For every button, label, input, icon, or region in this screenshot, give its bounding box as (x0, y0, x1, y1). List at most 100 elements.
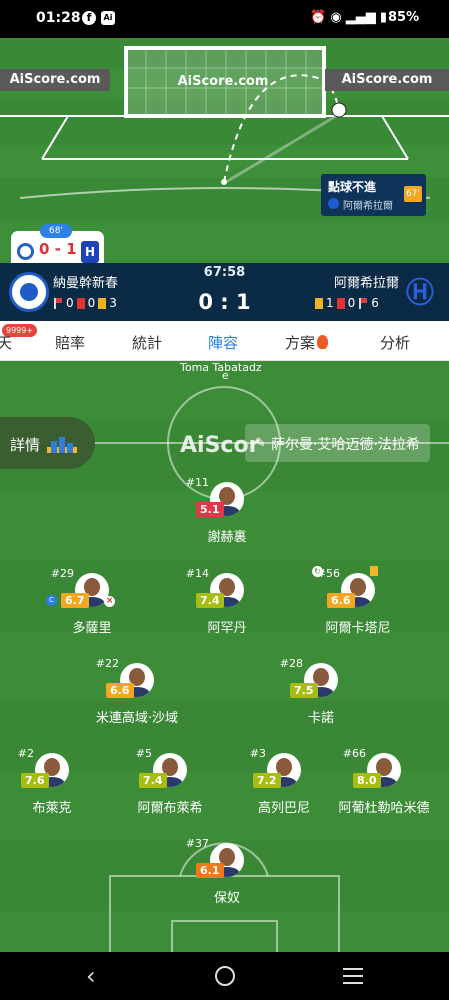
shirt-number: #3 (249, 747, 266, 760)
tab-stats[interactable]: 統計 (132, 332, 162, 353)
app-notification-icon: Ai (101, 11, 115, 25)
tab-chat[interactable]: 天 (0, 332, 12, 353)
recent-apps-icon[interactable] (343, 967, 363, 984)
event-team: 阿爾希拉爾 (343, 201, 393, 212)
away-crest-icon: H (81, 241, 99, 263)
opponent-player-name-cut: Toma Tabatadz (180, 361, 262, 374)
yellow-card-icon (98, 297, 107, 309)
team-dot-icon (328, 198, 339, 209)
tab-tips[interactable]: 方案 (285, 332, 329, 353)
away-stats: 1 0 6 (315, 296, 382, 310)
tab-odds[interactable]: 賠率 (55, 332, 85, 353)
shirt-number: #56 (316, 567, 340, 580)
watermark-left: AiScore.com (0, 69, 110, 91)
player-card[interactable]: #22 6.6 米連高域·沙域 (77, 657, 197, 733)
player-name: 謝赫裏 (207, 530, 247, 545)
shirt-number: #22 (95, 657, 119, 670)
player-rating: 6.6 (327, 593, 355, 608)
captain-icon: C (46, 595, 57, 606)
red-card-icon (336, 297, 345, 309)
player-name: 卡諾 (307, 711, 334, 726)
mini-score-text: 0 - 1 (39, 240, 77, 258)
corner-flag-icon (53, 297, 63, 309)
coach-name: 萨尔曼·艾哈迈德·法拉希 (271, 437, 420, 453)
player-rating: 6.1 (196, 863, 224, 878)
mini-minute-badge: 68' (40, 224, 72, 238)
substituted-off-icon: × (104, 596, 115, 607)
system-status-icons: ⏰ ◉ ▂▄▆ ▮ (310, 10, 388, 25)
watermark-right: AiScore.com (325, 69, 449, 91)
player-name: 阿爾卡塔尼 (325, 621, 391, 636)
shirt-number: #66 (342, 747, 366, 760)
shirt-number: #2 (17, 747, 34, 760)
tab-lineup[interactable]: 陣容 (208, 332, 238, 353)
player-card[interactable]: #5 7.4 阿爾布萊希 (110, 747, 230, 823)
event-title: 點球不進 (328, 180, 377, 194)
player-name: 布萊克 (32, 801, 72, 816)
detail-label: 詳情 (10, 436, 41, 454)
whistle-icon: ✎ (255, 436, 266, 451)
home-corners: 0 (66, 296, 74, 310)
shirt-number: #28 (279, 657, 303, 670)
player-card[interactable]: ↻ #56 6.6 阿爾卡塔尼 (298, 566, 418, 643)
corner-flag-icon (358, 297, 368, 309)
player-rating: 7.4 (139, 773, 167, 788)
player-card[interactable]: #37 6.1 保奴 (167, 837, 287, 913)
player-name: 阿爾布萊希 (137, 801, 203, 816)
player-card[interactable]: #14 7.4 阿罕丹 (167, 567, 287, 643)
coach-badge[interactable]: ✎ 萨尔曼·艾哈迈德·法拉希 (245, 424, 430, 462)
player-rating: 6.6 (106, 683, 134, 698)
facebook-icon: f (82, 11, 96, 25)
system-nav-bar: ‹ (0, 952, 449, 1000)
away-corners: 6 (371, 296, 379, 310)
away-red-cards: 0 (347, 296, 356, 310)
tab-analysis[interactable]: 分析 (380, 332, 410, 353)
red-card-icon (76, 297, 85, 309)
home-stats: 0 0 3 (53, 296, 120, 310)
player-name: 阿葡杜勒哈米德 (338, 801, 430, 816)
back-icon[interactable]: ‹ (86, 962, 96, 990)
live-animation[interactable]: AiScore.com AiScore.com AiScore.com 點球不進… (0, 38, 449, 263)
player-name: 阿罕丹 (207, 621, 247, 636)
tab-bar: 9999+ 天 賠率 統計 陣容 方案 分析 (0, 321, 449, 361)
player-name: 多薩里 (72, 621, 112, 636)
shirt-number: #14 (185, 567, 209, 580)
player-name: 保奴 (213, 891, 240, 906)
home-yellow-cards: 3 (109, 296, 117, 310)
home-red-cards: 0 (87, 296, 96, 310)
away-yellow-cards: 1 (326, 296, 334, 310)
tab-tips-label: 方案 (285, 334, 316, 352)
shirt-number: #5 (135, 747, 152, 760)
player-rating: 7.4 (196, 593, 224, 608)
detail-button[interactable]: 詳情 (0, 417, 95, 469)
match-header: 納曼幹新春 67:58 0 : 1 阿爾希拉爾 Ⓗ 0 0 3 1 0 6 (0, 263, 449, 321)
home-icon[interactable] (215, 966, 235, 986)
player-rating: 5.1 (196, 502, 224, 517)
player-name: 米連高域·沙域 (95, 711, 179, 726)
player-card[interactable]: #2 7.6 布萊克 (0, 747, 112, 823)
status-time: 01:28 (36, 10, 81, 26)
status-bar: 01:28 f Ai ⏰ ◉ ▂▄▆ ▮ 85% (0, 0, 449, 38)
away-team-name[interactable]: 阿爾希拉爾 (334, 272, 399, 291)
lineup-pitch: Toma Tabatadz e 詳情 AiScor ✎ 萨尔曼·艾哈迈德·法拉希… (0, 361, 449, 952)
player-card[interactable]: #66 8.0 阿葡杜勒哈米德 (324, 747, 444, 823)
watermark-center: AiScore.com (177, 74, 269, 89)
event-minute: 67' (404, 186, 422, 202)
player-card[interactable]: #29 C 6.7 × 多薩里 (32, 567, 152, 643)
player-rating: 7.6 (21, 773, 49, 788)
player-rating: 6.7 (61, 593, 89, 608)
away-team-crest-icon[interactable]: Ⓗ (403, 275, 437, 311)
player-card[interactable]: #28 7.5 卡諾 (261, 657, 381, 733)
player-rating: 8.0 (353, 773, 381, 788)
fire-icon (317, 335, 329, 349)
opponent-player-name-cut-2: e (222, 369, 229, 382)
player-card[interactable]: #11 5.1 謝赫裏 (167, 476, 287, 552)
shirt-number: #29 (50, 567, 74, 580)
yellow-card-icon (315, 297, 323, 309)
chart-icon (47, 437, 77, 453)
yellow-card-icon (370, 566, 378, 576)
player-rating: 7.5 (290, 683, 318, 698)
home-crest-icon (17, 243, 34, 260)
shirt-number: #11 (185, 476, 209, 489)
player-rating: 7.2 (253, 773, 281, 788)
